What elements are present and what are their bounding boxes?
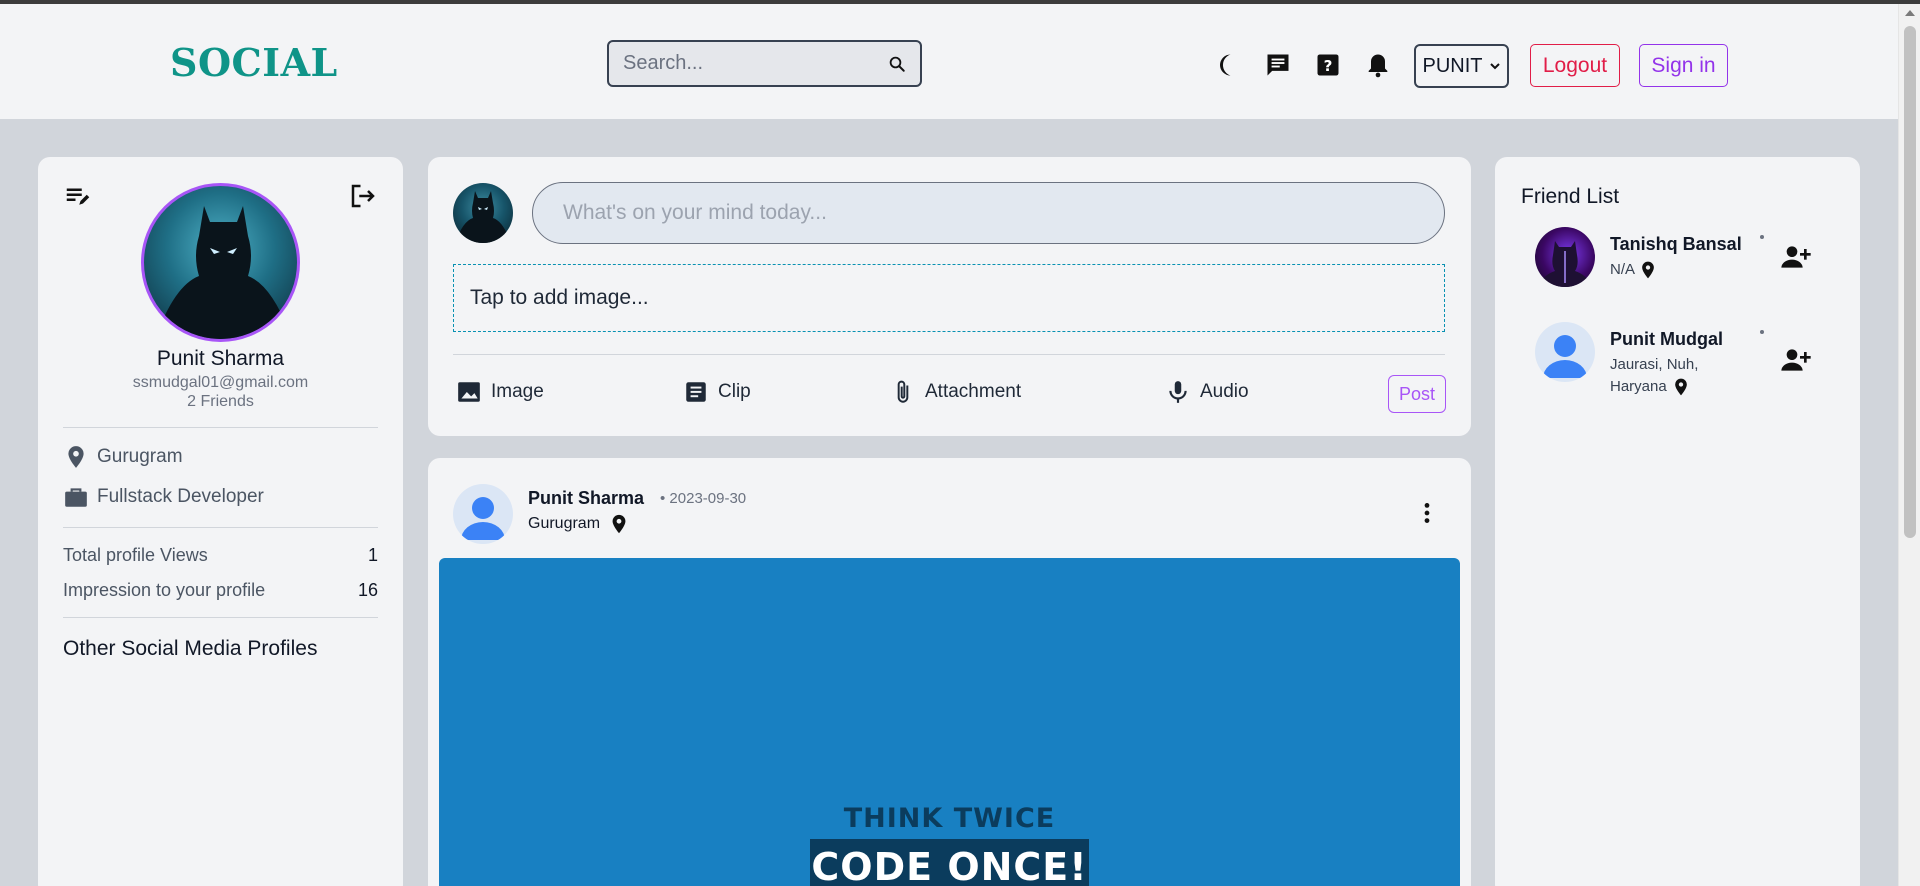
divider bbox=[63, 527, 378, 528]
composer-avatar[interactable] bbox=[453, 183, 513, 243]
signin-button[interactable]: Sign in bbox=[1639, 44, 1728, 87]
location-pin-icon bbox=[1675, 378, 1687, 396]
briefcase-icon bbox=[65, 488, 87, 507]
audio-action-button[interactable]: Audio bbox=[1165, 379, 1249, 405]
page-scrollbar[interactable] bbox=[1898, 4, 1920, 886]
friend-name[interactable]: Tanishq Bansal bbox=[1610, 234, 1742, 255]
stat-profile-views: Total profile Views 1 bbox=[63, 545, 378, 566]
profile-occupation: Fullstack Developer bbox=[63, 484, 264, 510]
stat-label: Impression to your profile bbox=[63, 580, 266, 600]
friend-location: N/A bbox=[1610, 259, 1740, 281]
profile-location: Gurugram bbox=[63, 444, 183, 470]
post-author-name[interactable]: Punit Sharma bbox=[528, 488, 644, 509]
attachment-action-label: Attachment bbox=[925, 381, 1022, 402]
profile-avatar[interactable] bbox=[141, 183, 300, 342]
search-box[interactable] bbox=[607, 40, 922, 87]
friend-list-title: Friend List bbox=[1521, 185, 1620, 208]
profile-card: Punit Sharma ssmudgal01@gmail.com 2 Frie… bbox=[38, 157, 403, 886]
user-placeholder-icon bbox=[1543, 335, 1587, 378]
post-button[interactable]: Post bbox=[1388, 375, 1446, 413]
clip-icon bbox=[686, 382, 706, 402]
stat-value: 1 bbox=[367, 545, 378, 565]
stat-impressions: Impression to your profile 16 bbox=[63, 580, 378, 601]
friend-location: Jaurasi, Nuh, Haryana bbox=[1610, 354, 1740, 398]
batman-avatar-art bbox=[455, 191, 511, 243]
add-friend-icon[interactable] bbox=[1780, 344, 1812, 376]
image-action-button[interactable]: Image bbox=[456, 379, 544, 405]
post-date: • 2023-09-30 bbox=[660, 490, 747, 507]
post-image-text-top: THINK TWICE bbox=[843, 803, 1056, 834]
app-logo[interactable]: SOCIAL bbox=[170, 40, 338, 85]
profile-email: ssmudgal01@gmail.com bbox=[132, 374, 309, 391]
post-image[interactable]: THINK TWICE CODE ONCE! bbox=[439, 558, 1460, 886]
divider bbox=[63, 427, 378, 428]
stat-value: 16 bbox=[357, 580, 378, 600]
post-author-avatar[interactable] bbox=[453, 484, 513, 544]
edit-notes-icon[interactable] bbox=[63, 181, 93, 211]
attachment-icon bbox=[897, 380, 909, 403]
user-select[interactable]: PUNIT bbox=[1414, 44, 1509, 88]
online-dot bbox=[1760, 330, 1764, 334]
svg-text:?: ? bbox=[1324, 57, 1333, 75]
clip-action-label: Clip bbox=[718, 381, 751, 402]
image-icon bbox=[458, 382, 480, 402]
location-pin-icon bbox=[1642, 261, 1655, 279]
post-location-text: Gurugram bbox=[528, 515, 601, 532]
profile-location-text: Gurugram bbox=[97, 446, 183, 467]
microphone-icon bbox=[1169, 381, 1187, 403]
more-vertical-icon[interactable] bbox=[1414, 498, 1440, 528]
scrollbar-thumb[interactable] bbox=[1904, 26, 1916, 538]
navbar: SOCIAL ? PUNIT Logout Sign in bbox=[0, 4, 1898, 119]
divider bbox=[453, 354, 1445, 355]
panther-avatar-art bbox=[1537, 241, 1593, 287]
logout-button[interactable]: Logout bbox=[1530, 44, 1620, 87]
moon-icon[interactable] bbox=[1213, 51, 1241, 79]
post-composer: What's on your mind today... Tap to add … bbox=[428, 157, 1471, 436]
logout-icon[interactable] bbox=[348, 181, 378, 211]
post-image-text-bottom: CODE ONCE! bbox=[810, 839, 1089, 886]
location-pin-icon bbox=[612, 514, 626, 534]
friend-location-text: N/A bbox=[1610, 261, 1635, 278]
friend-avatar[interactable] bbox=[1535, 227, 1595, 287]
add-friend-icon[interactable] bbox=[1780, 241, 1812, 273]
audio-action-label: Audio bbox=[1200, 381, 1249, 402]
whats-on-your-mind-input[interactable]: What's on your mind today... bbox=[532, 182, 1445, 244]
add-image-dropzone[interactable]: Tap to add image... bbox=[453, 264, 1445, 332]
friend-name[interactable]: Punit Mudgal bbox=[1610, 329, 1723, 350]
feed-post: Punit Sharma • 2023-09-30 Gurugram THINK… bbox=[428, 458, 1471, 886]
friend-avatar[interactable] bbox=[1535, 322, 1595, 382]
friend-list-card: Friend List Tanishq Bansal N/A Punit Mud… bbox=[1495, 157, 1860, 886]
profile-friends-count[interactable]: 2 Friends bbox=[38, 393, 403, 411]
profile-occupation-text: Fullstack Developer bbox=[97, 486, 264, 507]
scroll-up-icon[interactable] bbox=[1905, 10, 1915, 16]
attachment-action-button[interactable]: Attachment bbox=[890, 379, 1021, 405]
batman-avatar-art bbox=[155, 206, 292, 339]
bell-icon[interactable] bbox=[1364, 51, 1392, 79]
help-icon[interactable]: ? bbox=[1314, 51, 1342, 79]
chat-icon[interactable] bbox=[1264, 51, 1292, 79]
profile-name: Punit Sharma bbox=[156, 347, 285, 370]
divider bbox=[63, 617, 378, 618]
search-input[interactable] bbox=[623, 52, 888, 75]
image-action-label: Image bbox=[491, 381, 544, 402]
location-pin-icon bbox=[68, 446, 84, 468]
chevron-down-icon bbox=[1489, 63, 1500, 70]
social-profiles-title: Other Social Media Profiles bbox=[63, 637, 318, 660]
clip-action-button[interactable]: Clip bbox=[683, 379, 751, 405]
user-select-value: PUNIT bbox=[1422, 54, 1483, 77]
user-placeholder-icon bbox=[461, 497, 505, 540]
post-location: Gurugram bbox=[528, 513, 630, 535]
search-icon[interactable] bbox=[888, 51, 906, 77]
stat-label: Total profile Views bbox=[63, 545, 208, 565]
online-dot bbox=[1760, 235, 1764, 239]
